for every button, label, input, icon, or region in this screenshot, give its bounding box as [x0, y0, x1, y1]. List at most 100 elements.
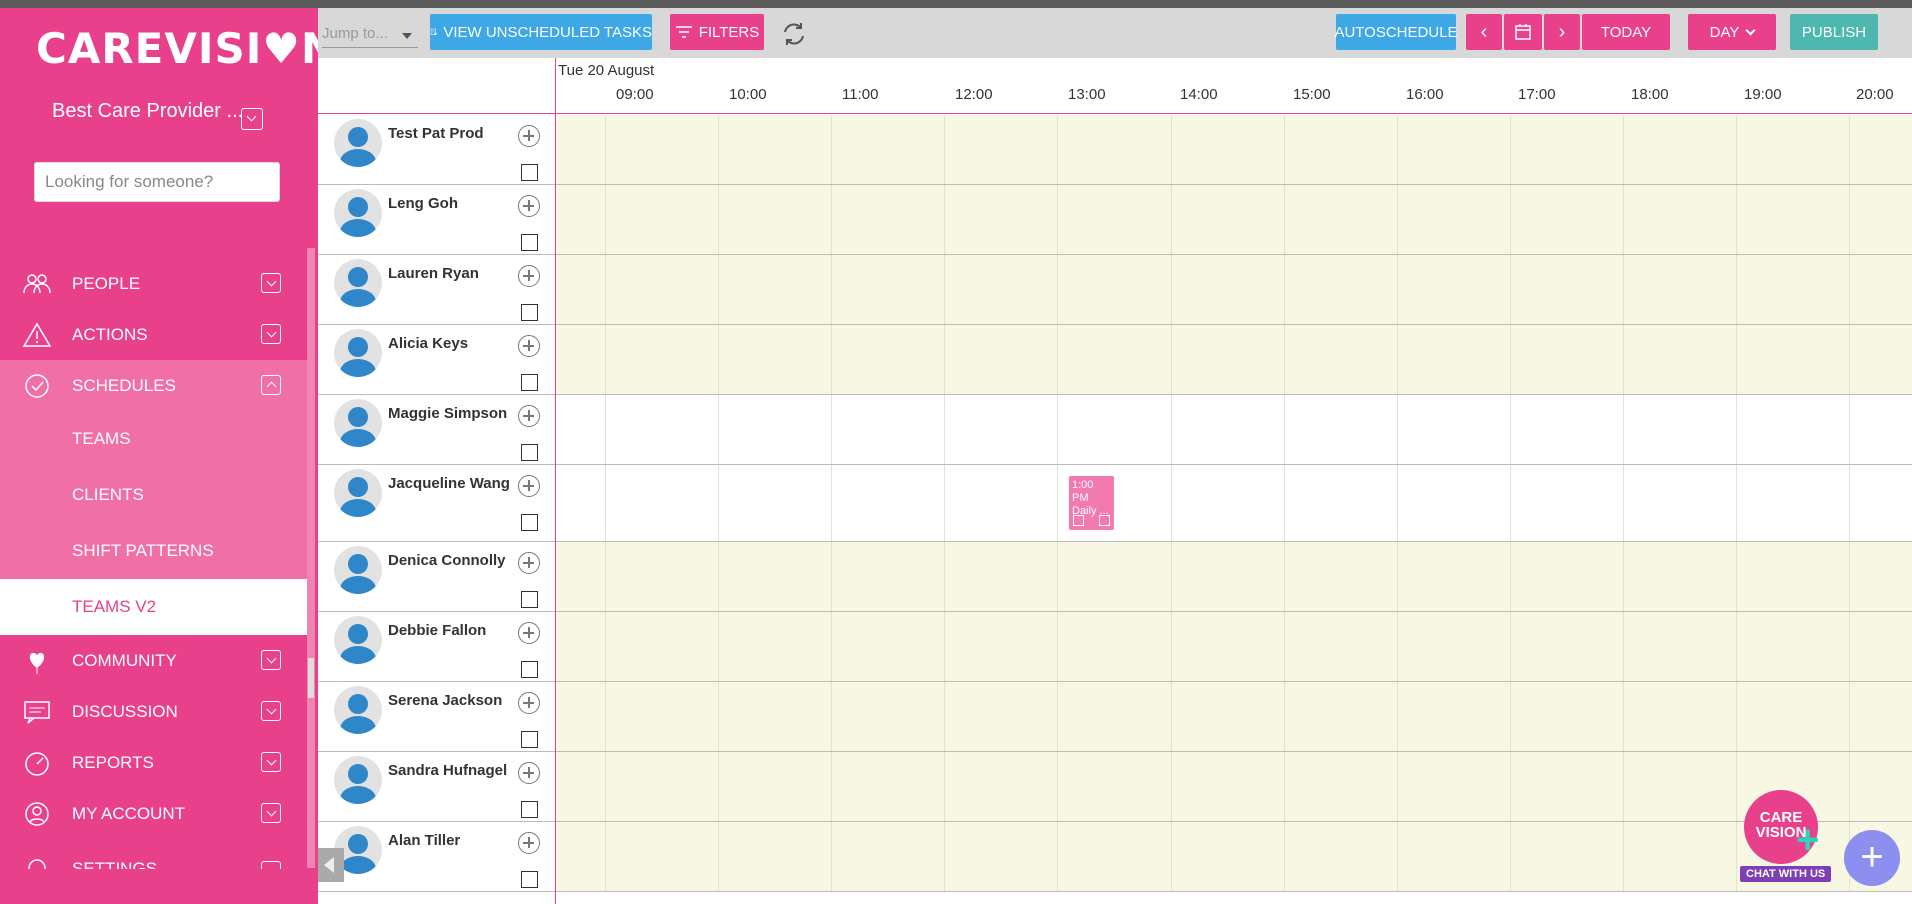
avatar[interactable] [334, 399, 382, 447]
select-checkbox[interactable] [521, 164, 538, 181]
next-day-button[interactable]: › [1544, 14, 1580, 50]
view-unscheduled-tasks-button[interactable]: VIEW UNSCHEDULED TASKS [430, 14, 652, 50]
staff-name[interactable]: Sandra Hufnagel [388, 762, 507, 779]
chevron-down-icon[interactable] [261, 273, 281, 293]
staff-name[interactable]: Denica Connolly [388, 552, 506, 569]
add-shift-icon[interactable] [518, 195, 540, 217]
nav-my-account[interactable]: MY ACCOUNT [0, 788, 307, 839]
previous-day-button[interactable]: ‹ [1466, 14, 1502, 50]
timeline-cells[interactable] [556, 325, 1912, 394]
sidebar-scrollbar[interactable] [307, 248, 315, 868]
staff-name[interactable]: Alan Tiller [388, 832, 460, 849]
add-shift-icon[interactable] [518, 762, 540, 784]
select-checkbox[interactable] [521, 731, 538, 748]
avatar[interactable] [334, 469, 382, 517]
staff-name[interactable]: Alicia Keys [388, 335, 468, 352]
nav-reports[interactable]: REPORTS [0, 737, 307, 788]
nav-community[interactable]: COMMUNITY [0, 635, 307, 686]
view-mode-dropdown[interactable]: DAY [1688, 14, 1776, 50]
select-checkbox[interactable] [521, 304, 538, 321]
add-shift-icon[interactable] [518, 335, 540, 357]
filters-button[interactable]: FILTERS [670, 14, 764, 50]
staff-name[interactable]: Jacqueline Wang [388, 475, 510, 492]
staff-name[interactable]: Test Pat Prod [388, 125, 484, 142]
select-checkbox[interactable] [521, 801, 538, 818]
chevron-down-icon[interactable] [261, 324, 281, 344]
add-shift-icon[interactable] [518, 832, 540, 854]
select-checkbox[interactable] [521, 661, 538, 678]
timeline-cells[interactable] [556, 465, 1912, 541]
nav-people[interactable]: PEOPLE [0, 258, 307, 309]
timeline-cells[interactable] [556, 752, 1912, 821]
carevision-logo[interactable]: CAREVISI♥N [36, 24, 318, 80]
collapse-sidebar-button[interactable] [318, 848, 344, 882]
chevron-down-icon[interactable] [261, 701, 281, 721]
autoschedule-button[interactable]: AUTOSCHEDULE [1334, 14, 1458, 50]
today-button[interactable]: TODAY [1582, 14, 1670, 50]
scrollbar-thumb[interactable] [308, 658, 314, 698]
add-fab-button[interactable]: + [1844, 830, 1900, 886]
add-shift-icon[interactable] [518, 405, 540, 427]
chat-with-us-label[interactable]: CHAT WITH US [1740, 866, 1832, 882]
calendar-add-icon[interactable] [1099, 515, 1110, 526]
staff-row: Test Pat Prod [318, 115, 1912, 185]
subnav-teams-v2[interactable]: TEAMS V2 [0, 579, 307, 635]
hour-gridline [1849, 542, 1851, 611]
shift-event[interactable]: 1:00 PM Daily ... [1069, 476, 1114, 530]
provider-dropdown-toggle[interactable] [241, 108, 263, 130]
date-picker-button[interactable] [1504, 14, 1542, 50]
timeline-cells[interactable] [556, 185, 1912, 254]
select-checkbox[interactable] [521, 514, 538, 531]
timeline-cells[interactable] [556, 115, 1912, 184]
copy-icon[interactable] [1073, 515, 1084, 526]
add-shift-icon[interactable] [518, 475, 540, 497]
sync-icon[interactable] [780, 20, 808, 48]
nav-discussion[interactable]: DISCUSSION [0, 686, 307, 737]
subnav-teams[interactable]: TEAMS [0, 411, 307, 467]
timeline-cells[interactable] [556, 682, 1912, 751]
subnav-clients[interactable]: CLIENTS [0, 467, 307, 523]
hour-gridline [1736, 185, 1737, 254]
add-shift-icon[interactable] [518, 622, 540, 644]
hour-gridline [1509, 822, 1511, 891]
add-shift-icon[interactable] [518, 265, 540, 287]
timeline-cells[interactable] [556, 395, 1912, 464]
timeline-cells[interactable] [556, 255, 1912, 324]
staff-name[interactable]: Leng Goh [388, 195, 458, 212]
avatar[interactable] [334, 686, 382, 734]
chevron-up-icon[interactable] [261, 375, 281, 395]
chevron-down-icon[interactable] [261, 861, 281, 869]
publish-button[interactable]: PUBLISH [1790, 14, 1878, 50]
timeline-cells[interactable] [556, 822, 1912, 891]
subnav-shift-patterns[interactable]: SHIFT PATTERNS [0, 523, 307, 579]
avatar[interactable] [334, 259, 382, 307]
avatar[interactable] [334, 616, 382, 664]
staff-name[interactable]: Maggie Simpson [388, 405, 507, 422]
select-checkbox[interactable] [521, 591, 538, 608]
add-shift-icon[interactable] [518, 692, 540, 714]
timeline-cells[interactable] [556, 542, 1912, 611]
add-shift-icon[interactable] [518, 125, 540, 147]
chevron-down-icon[interactable] [261, 752, 281, 772]
staff-name[interactable]: Debbie Fallon [388, 622, 486, 639]
nav-settings[interactable]: SETTINGS [0, 839, 307, 869]
search-people-input[interactable] [34, 162, 280, 202]
staff-name[interactable]: Serena Jackson [388, 692, 502, 709]
chevron-down-icon[interactable] [261, 650, 281, 670]
select-checkbox[interactable] [521, 374, 538, 391]
select-checkbox[interactable] [521, 444, 538, 461]
avatar[interactable] [334, 546, 382, 594]
chevron-down-icon[interactable] [261, 803, 281, 823]
nav-actions[interactable]: ACTIONS [0, 309, 307, 360]
select-checkbox[interactable] [521, 234, 538, 251]
select-checkbox[interactable] [521, 871, 538, 888]
timeline-cells[interactable] [556, 612, 1912, 681]
avatar[interactable] [334, 189, 382, 237]
avatar[interactable] [334, 756, 382, 804]
avatar[interactable] [334, 119, 382, 167]
jump-to-select[interactable]: Jump to... [322, 20, 418, 48]
nav-schedules[interactable]: SCHEDULES [0, 360, 307, 411]
add-shift-icon[interactable] [518, 552, 540, 574]
avatar[interactable] [334, 329, 382, 377]
staff-name[interactable]: Lauren Ryan [388, 265, 479, 282]
